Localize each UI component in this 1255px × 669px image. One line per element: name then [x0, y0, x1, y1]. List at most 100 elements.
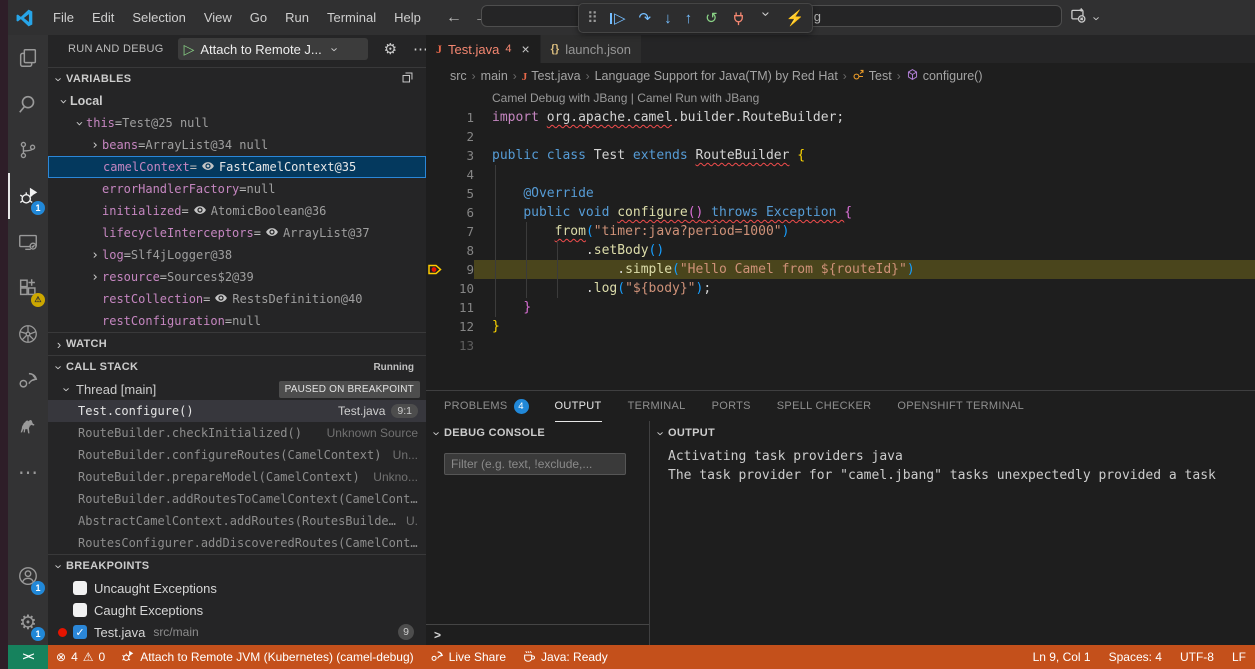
menu-edit[interactable]: Edit [83, 0, 123, 35]
debug-console-header[interactable]: › DEBUG CONSOLE [426, 421, 649, 445]
variable-row[interactable]: ›resource = Sources$2@39 [48, 266, 426, 288]
activity-kubernetes-icon[interactable] [8, 311, 48, 357]
activity-more-icon[interactable]: ⋯ [8, 449, 48, 495]
call-stack-header[interactable]: › CALL STACK Running [48, 355, 426, 378]
start-debugging-icon[interactable]: ▷ [184, 41, 195, 58]
close-icon[interactable]: × [521, 41, 529, 57]
collapse-all-icon[interactable] [401, 71, 414, 87]
encoding[interactable]: UTF-8 [1171, 650, 1223, 664]
menu-terminal[interactable]: Terminal [318, 0, 385, 35]
remote-indicator[interactable]: >< [8, 645, 48, 669]
activity-source-control-icon[interactable] [8, 127, 48, 173]
breakpoint-row[interactable]: Uncaught Exceptions [48, 577, 426, 599]
breadcrumb-item[interactable]: configure() [906, 68, 983, 84]
variable-row[interactable]: ›Local [48, 90, 426, 112]
menu-selection[interactable]: Selection [123, 0, 194, 35]
activity-search-icon[interactable] [8, 81, 48, 127]
continue-icon[interactable]: ▷ [610, 11, 626, 26]
stack-frame-row[interactable]: RouteBuilder.addRoutesToCamelContext(Cam… [48, 488, 426, 510]
menu-go[interactable]: Go [241, 0, 276, 35]
stack-frame-row[interactable]: RouteBuilder.checkInitialized()Unknown S… [48, 422, 426, 444]
variable-row[interactable]: errorHandlerFactory = null [48, 178, 426, 200]
stack-frame-row[interactable]: RoutesConfigurer.addDiscoveredRoutes(Cam… [48, 532, 426, 554]
manage-remote-window-button[interactable]: › [1070, 7, 1104, 29]
code-line[interactable]: 4 [426, 165, 1255, 184]
tab-launch-json[interactable]: {}launch.json [541, 35, 642, 63]
more-actions-icon[interactable]: ⋯ [413, 40, 426, 58]
menu-view[interactable]: View [195, 0, 241, 35]
live-share-status[interactable]: Live Share [422, 649, 514, 666]
go-back-icon[interactable]: ← [444, 9, 464, 27]
cursor-position[interactable]: Ln 9, Col 1 [1024, 650, 1100, 664]
menu-run[interactable]: Run [276, 0, 318, 35]
debug-console-repl-prompt[interactable]: > [426, 624, 649, 645]
code-line[interactable]: 12} [426, 317, 1255, 336]
java-status[interactable]: Java: Ready [514, 649, 616, 666]
activity-settings-icon[interactable]: ⚙1 [8, 599, 48, 645]
code-line[interactable]: 3public class Test extends RouteBuilder … [426, 146, 1255, 165]
indentation[interactable]: Spaces: 4 [1100, 650, 1171, 664]
breakpoint-row[interactable]: ✓Test.javasrc/main9 [48, 621, 426, 643]
chevron-down-icon[interactable]: › [758, 11, 773, 25]
activity-camel-icon[interactable] [8, 403, 48, 449]
breadcrumb-item[interactable]: Language Support for Java(TM) by Red Hat [595, 69, 838, 83]
chevron-right-icon[interactable]: › [88, 248, 102, 263]
activity-live-share-icon[interactable] [8, 357, 48, 403]
activity-explorer-icon[interactable] [8, 35, 48, 81]
stack-frame-row[interactable]: RouteBuilder.prepareModel(CamelContext)U… [48, 466, 426, 488]
breadcrumb-item[interactable]: src [450, 69, 467, 83]
code-line[interactable]: 6 public void configure() throws Excepti… [426, 203, 1255, 222]
stack-frame-row[interactable]: RouteBuilder.configureRoutes(CamelContex… [48, 444, 426, 466]
launch-config-select[interactable]: ▷ Attach to Remote J... › [178, 38, 368, 60]
debug-session-status[interactable]: Attach to Remote JVM (Kubernetes) (camel… [113, 649, 421, 666]
drag-grip-icon[interactable]: ⠿ [587, 11, 597, 26]
menu-file[interactable]: File [44, 0, 83, 35]
code-line[interactable]: 8 .setBody() [426, 241, 1255, 260]
variable-row[interactable]: camelContext = FastCamelContext@35 [48, 156, 426, 178]
code-line[interactable]: 13 [426, 336, 1255, 355]
code-line[interactable]: 7 from("timer:java?period=1000") [426, 222, 1255, 241]
debug-settings-gear-icon[interactable]: ⚙ [384, 40, 397, 58]
panel-tab-ports[interactable]: PORTS [712, 391, 751, 421]
lazy-eval-eye-icon[interactable] [261, 225, 283, 242]
variable-row[interactable]: lifecycleInterceptors = ArrayList@37 [48, 222, 426, 244]
activity-run-and-debug-icon[interactable]: 1 [8, 173, 48, 219]
lazy-eval-eye-icon[interactable] [189, 203, 211, 220]
variable-row[interactable]: ›this = Test@25 null [48, 112, 426, 134]
panel-tab-spell-checker[interactable]: SPELL CHECKER [777, 391, 872, 421]
code-line[interactable]: 2 [426, 127, 1255, 146]
breakpoints-header[interactable]: › BREAKPOINTS [48, 554, 426, 577]
output-log[interactable]: Activating task providers javaThe task p… [650, 445, 1255, 485]
hot-code-replace-icon[interactable]: ⚡ [786, 11, 805, 26]
variable-row[interactable]: ›beans = ArrayList@34 null [48, 134, 426, 156]
eol[interactable]: LF [1223, 650, 1255, 664]
activity-remote-explorer-icon[interactable] [8, 219, 48, 265]
step-out-icon[interactable]: ↑ [685, 11, 693, 26]
debug-console-filter-input[interactable] [444, 453, 626, 475]
activity-extensions-icon[interactable]: ⚠ [8, 265, 48, 311]
breadcrumb-item[interactable]: main [481, 69, 508, 83]
step-over-icon[interactable]: ↷ [639, 11, 652, 26]
breakpoint-checkbox[interactable]: ✓ [73, 625, 87, 639]
panel-tab-problems[interactable]: PROBLEMS4 [444, 391, 529, 421]
code-editor[interactable]: Camel Debug with JBang | Camel Run with … [426, 89, 1255, 425]
variable-row[interactable]: restCollection = RestsDefinition@40 [48, 288, 426, 310]
stack-frame-row[interactable]: Test.configure()Test.java9:1 [48, 400, 426, 422]
code-line[interactable]: 1import org.apache.camel.builder.RouteBu… [426, 108, 1255, 127]
step-into-icon[interactable]: ↓ [664, 11, 672, 26]
breakpoint-checkbox[interactable] [73, 581, 87, 595]
breakpoint-checkbox[interactable] [73, 603, 87, 617]
breadcrumb-item[interactable]: Test [852, 68, 892, 84]
code-line[interactable]: 11 } [426, 298, 1255, 317]
menu-help[interactable]: Help [385, 0, 430, 35]
variable-row[interactable]: restConfiguration = null [48, 310, 426, 332]
chevron-down-icon[interactable]: › [72, 116, 87, 130]
variable-row[interactable]: initialized = AtomicBoolean@36 [48, 200, 426, 222]
chevron-right-icon[interactable]: › [88, 270, 102, 285]
thread-row[interactable]: › Thread [main] PAUSED ON BREAKPOINT [48, 378, 426, 400]
problems-status[interactable]: ⊗4 ⚠0 [48, 650, 113, 664]
watch-header[interactable]: › WATCH [48, 332, 426, 355]
activity-accounts-icon[interactable]: 1 [8, 553, 48, 599]
breakpoint-row[interactable]: Caught Exceptions [48, 599, 426, 621]
chevron-down-icon[interactable]: › [56, 94, 71, 108]
